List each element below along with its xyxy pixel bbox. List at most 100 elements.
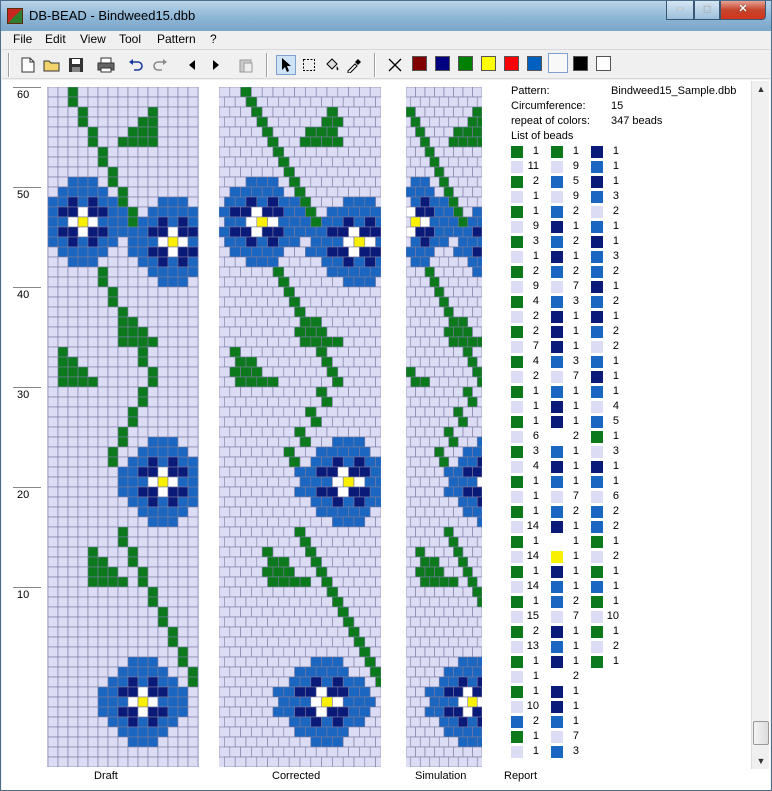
bead-cell[interactable] (224, 616, 236, 628)
bead-cell[interactable] (187, 156, 199, 168)
bead-cell[interactable] (462, 146, 473, 158)
bead-cell[interactable] (147, 666, 159, 678)
bead-cell[interactable] (438, 176, 450, 188)
bead-cell[interactable] (315, 506, 328, 518)
bead-cell[interactable] (137, 336, 149, 348)
bead-cell[interactable] (443, 87, 454, 98)
bead-cell[interactable] (462, 326, 473, 338)
bead-cell[interactable] (47, 616, 59, 628)
bead-cell[interactable] (77, 496, 89, 508)
bead-cell[interactable] (87, 496, 99, 508)
bead-cell[interactable] (364, 516, 376, 528)
bead-cell[interactable] (472, 226, 483, 238)
bead-cell[interactable] (187, 196, 199, 208)
bead-cell[interactable] (294, 346, 306, 358)
bead-cell[interactable] (67, 476, 79, 488)
bead-cell[interactable] (453, 606, 464, 618)
bead-cell[interactable] (375, 536, 381, 548)
bead-cell[interactable] (278, 576, 290, 588)
bead-cell[interactable] (272, 146, 285, 158)
bead-cell[interactable] (299, 276, 312, 288)
bead-cell[interactable] (47, 296, 59, 308)
bead-cell[interactable] (375, 576, 381, 588)
bead-cell[interactable] (137, 516, 149, 528)
bead-cell[interactable] (147, 136, 159, 148)
bead-cell[interactable] (375, 696, 381, 708)
bead-cell[interactable] (443, 186, 454, 198)
bead-cell[interactable] (462, 206, 473, 218)
bead-cell[interactable] (219, 726, 231, 738)
bead-cell[interactable] (321, 596, 333, 608)
bead-cell[interactable] (288, 276, 301, 288)
bead-cell[interactable] (278, 676, 290, 688)
bead-cell[interactable] (406, 87, 416, 98)
bead-cell[interactable] (278, 696, 290, 708)
bead-cell[interactable] (47, 476, 59, 488)
bead-cell[interactable] (77, 606, 89, 618)
bead-cell[interactable] (321, 716, 333, 728)
bead-cell[interactable] (364, 136, 376, 148)
bead-cell[interactable] (321, 356, 333, 368)
bead-cell[interactable] (353, 516, 366, 528)
bead-cell[interactable] (288, 576, 301, 588)
bead-cell[interactable] (288, 716, 301, 728)
bead-cell[interactable] (453, 466, 464, 478)
bead-cell[interactable] (147, 426, 159, 438)
bead-cell[interactable] (77, 756, 89, 767)
bead-cell[interactable] (419, 256, 431, 268)
bead-cell[interactable] (240, 546, 252, 558)
bead-cell[interactable] (278, 336, 290, 348)
bead-cell[interactable] (364, 96, 376, 108)
bead-cell[interactable] (337, 726, 349, 738)
bead-cell[interactable] (127, 416, 139, 428)
bead-cell[interactable] (353, 656, 366, 668)
bead-cell[interactable] (410, 116, 421, 128)
bead-cell[interactable] (127, 396, 139, 408)
bead-cell[interactable] (47, 506, 59, 518)
bead-cell[interactable] (47, 176, 59, 188)
bead-cell[interactable] (476, 736, 482, 748)
bead-cell[interactable] (97, 226, 109, 238)
bead-cell[interactable] (107, 536, 119, 548)
bead-cell[interactable] (177, 126, 189, 138)
bead-cell[interactable] (224, 216, 236, 228)
bead-cell[interactable] (157, 126, 169, 138)
bead-cell[interactable] (448, 96, 459, 108)
bead-cell[interactable] (342, 356, 355, 368)
bead-cell[interactable] (283, 346, 295, 358)
bead-cell[interactable] (219, 406, 231, 418)
bead-cell[interactable] (117, 216, 129, 228)
bead-cell[interactable] (472, 446, 483, 458)
bead-cell[interactable] (87, 146, 99, 158)
bead-cell[interactable] (438, 396, 450, 408)
bead-cell[interactable] (137, 346, 149, 358)
bead-cell[interactable] (187, 706, 199, 718)
bead-cell[interactable] (117, 426, 129, 438)
bead-cell[interactable] (467, 236, 478, 248)
bead-cell[interactable] (283, 526, 295, 538)
bead-cell[interactable] (305, 346, 317, 358)
bead-cell[interactable] (364, 536, 376, 548)
bead-cell[interactable] (272, 206, 285, 218)
bead-cell[interactable] (177, 446, 189, 458)
bead-cell[interactable] (406, 286, 416, 298)
bead-cell[interactable] (448, 696, 459, 708)
bead-cell[interactable] (77, 416, 89, 428)
bead-cell[interactable] (47, 696, 59, 708)
bead-cell[interactable] (434, 406, 445, 418)
bead-cell[interactable] (234, 296, 247, 308)
bead-cell[interactable] (429, 496, 440, 508)
bead-cell[interactable] (229, 446, 241, 458)
bead-cell[interactable] (267, 396, 279, 408)
bead-cell[interactable] (147, 716, 159, 728)
bead-cell[interactable] (476, 556, 482, 568)
bead-cell[interactable] (419, 716, 431, 728)
bead-cell[interactable] (332, 396, 344, 408)
bead-cell[interactable] (127, 286, 139, 298)
bead-cell[interactable] (434, 366, 445, 378)
bead-cell[interactable] (419, 556, 431, 568)
bead-cell[interactable] (310, 276, 322, 288)
bead-cell[interactable] (448, 336, 459, 348)
bead-cell[interactable] (57, 326, 69, 338)
bead-cell[interactable] (415, 626, 426, 638)
